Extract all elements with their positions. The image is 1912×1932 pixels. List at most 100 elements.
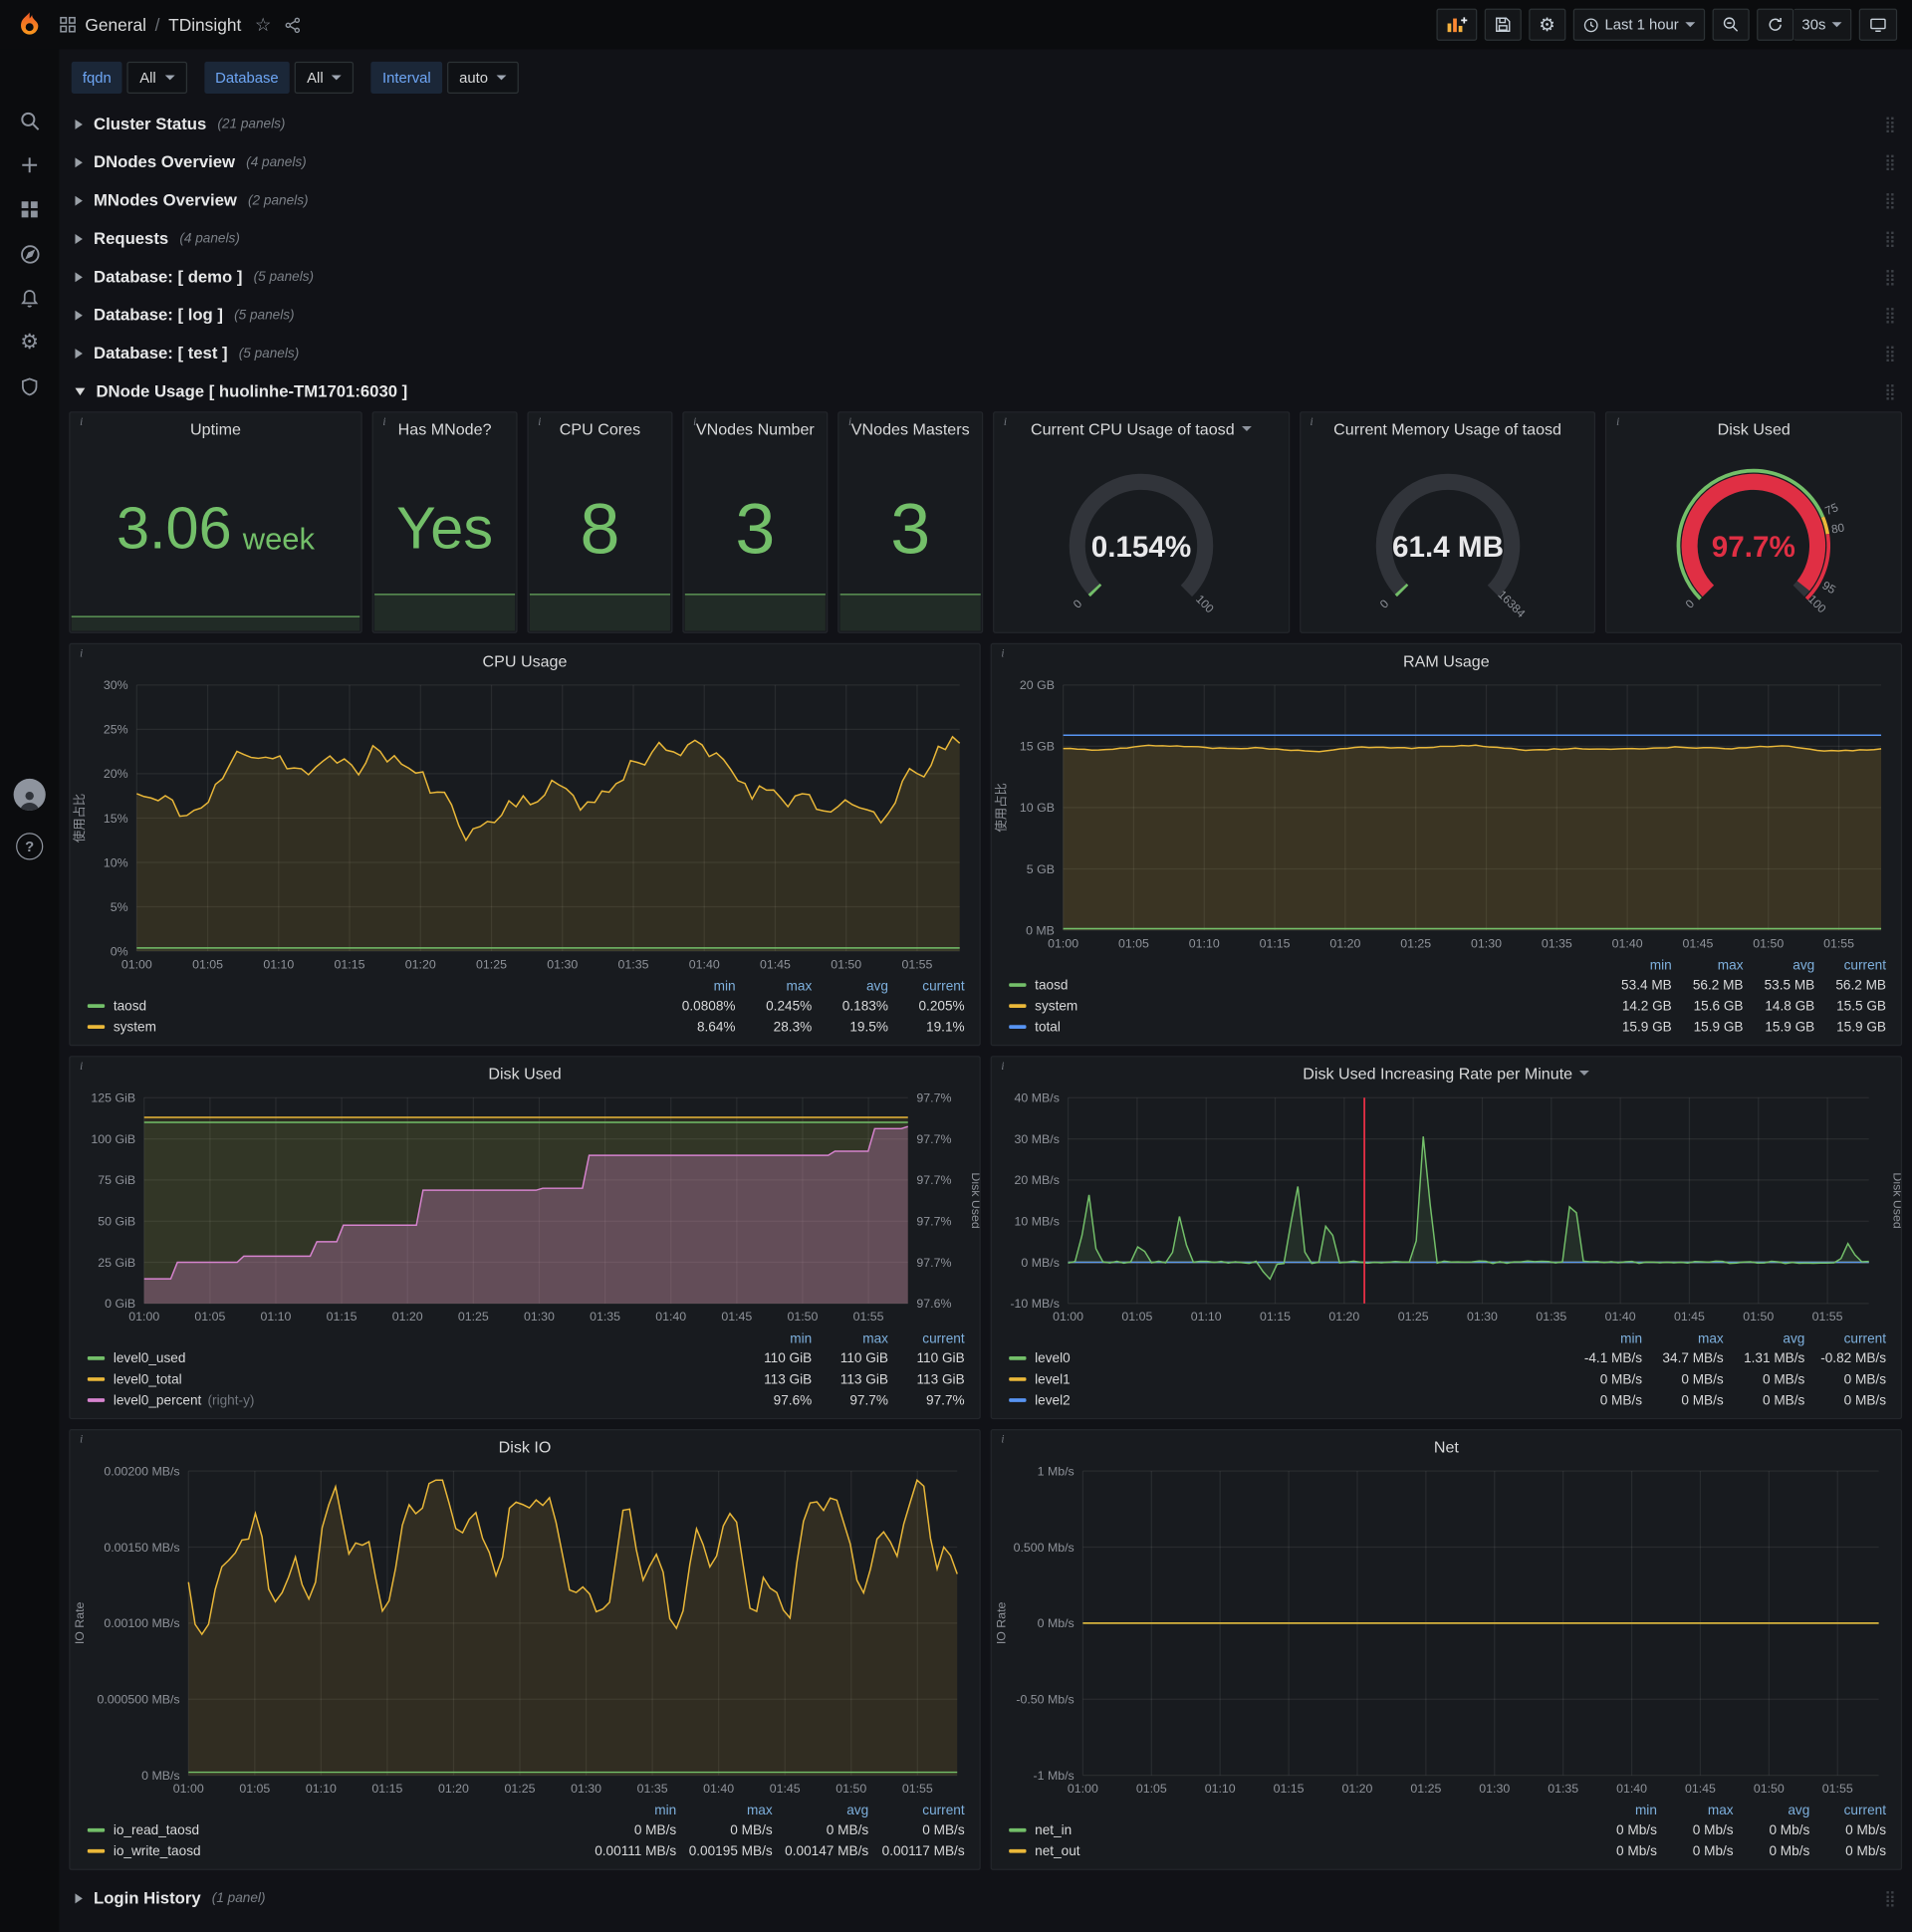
- legend-series-total[interactable]: total 15.9 GB 15.9 GB 15.9 GB 15.9 GB: [1009, 1017, 1886, 1038]
- panel-title[interactable]: Current Memory Usage of taosd: [1301, 412, 1594, 444]
- legend-column-header[interactable]: avg: [1743, 958, 1814, 973]
- dashboard-title[interactable]: TDinsight: [168, 15, 241, 35]
- legend-column-header[interactable]: min: [659, 979, 736, 994]
- legend-column-header[interactable]: min: [1580, 1803, 1657, 1817]
- row-drag-handle[interactable]: ⣿: [1884, 381, 1896, 401]
- panel-info-icon[interactable]: i: [74, 1059, 89, 1074]
- legend-column-header[interactable]: max: [736, 979, 813, 994]
- row-drag-handle[interactable]: ⣿: [1884, 344, 1896, 363]
- legend-column-header[interactable]: max: [1672, 958, 1744, 973]
- row-dnodes-overview[interactable]: DNodes Overview (4 panels) ⣿: [69, 144, 1902, 180]
- legend-column-header[interactable]: min: [581, 1803, 676, 1817]
- row-database-log[interactable]: Database: [ log ] (5 panels) ⣿: [69, 297, 1902, 333]
- panel-title[interactable]: VNodes Number: [684, 412, 828, 444]
- variable-value-dropdown[interactable]: auto: [446, 61, 519, 95]
- legend-column-header[interactable]: min: [1600, 958, 1672, 973]
- panel-title[interactable]: Disk Used: [71, 1057, 980, 1088]
- panel-info-icon[interactable]: i: [996, 645, 1011, 660]
- legend-column-header[interactable]: current: [1809, 1803, 1886, 1817]
- save-dashboard-button[interactable]: [1484, 8, 1522, 41]
- legend-series-level2[interactable]: level2 0 MB/s 0 MB/s 0 MB/s 0 MB/s: [1009, 1389, 1886, 1410]
- legend-series-level1[interactable]: level1 0 MB/s 0 MB/s 0 MB/s 0 MB/s: [1009, 1368, 1886, 1389]
- panel-info-icon[interactable]: i: [1305, 414, 1319, 429]
- panel-title[interactable]: Has MNode?: [373, 412, 517, 444]
- legend-column-header[interactable]: avg: [773, 1803, 868, 1817]
- panel-title[interactable]: Disk Used Increasing Rate per Minute: [992, 1057, 1901, 1088]
- row-login-history[interactable]: Login History (1 panel) ⣿: [69, 1880, 1902, 1916]
- dashboard-settings-button[interactable]: ⚙: [1529, 8, 1565, 41]
- panel-title[interactable]: Disk IO: [71, 1430, 980, 1462]
- dashboards-icon[interactable]: [0, 187, 59, 232]
- grafana-logo[interactable]: [0, 10, 59, 40]
- panel-title[interactable]: VNodes Masters: [838, 412, 982, 444]
- tv-mode-button[interactable]: [1858, 8, 1898, 41]
- legend-column-header[interactable]: current: [1804, 1331, 1886, 1346]
- panel-info-icon[interactable]: i: [996, 1059, 1011, 1074]
- legend-column-header[interactable]: current: [868, 1803, 964, 1817]
- variable-value-dropdown[interactable]: All: [126, 61, 187, 95]
- legend-column-header[interactable]: max: [1657, 1803, 1734, 1817]
- refresh-interval-button[interactable]: 30s: [1792, 8, 1852, 41]
- legend-series-level0[interactable]: level0 -4.1 MB/s 34.7 MB/s 1.31 MB/s -0.82 M…: [1009, 1347, 1886, 1368]
- legend-column-header[interactable]: avg: [1734, 1803, 1809, 1817]
- panel-title[interactable]: Disk Used: [1607, 412, 1901, 444]
- legend-column-header[interactable]: current: [1814, 958, 1886, 973]
- panel-info-icon[interactable]: i: [532, 414, 547, 429]
- panel-info-icon[interactable]: i: [996, 1432, 1011, 1447]
- panel-title[interactable]: CPU Usage: [71, 644, 980, 676]
- panel-title[interactable]: CPU Cores: [529, 412, 672, 444]
- row-cluster-status[interactable]: Cluster Status (21 panels) ⣿: [69, 106, 1902, 141]
- legend-column-header[interactable]: avg: [1724, 1331, 1804, 1346]
- variable-value-dropdown[interactable]: All: [294, 61, 355, 95]
- row-drag-handle[interactable]: ⣿: [1884, 190, 1896, 210]
- legend-column-header[interactable]: current: [888, 1331, 964, 1346]
- row-drag-handle[interactable]: ⣿: [1884, 152, 1896, 172]
- panel-title[interactable]: Net: [992, 1430, 1901, 1462]
- create-plus-icon[interactable]: [0, 143, 59, 188]
- panel-info-icon[interactable]: i: [1610, 414, 1625, 429]
- panel-title[interactable]: Uptime: [71, 412, 361, 444]
- legend-column-header[interactable]: min: [736, 1331, 812, 1346]
- row-database-test[interactable]: Database: [ test ] (5 panels) ⣿: [69, 335, 1902, 370]
- row-drag-handle[interactable]: ⣿: [1884, 1888, 1896, 1908]
- panel-info-icon[interactable]: i: [74, 645, 89, 660]
- panel-info-icon[interactable]: i: [74, 1432, 89, 1447]
- legend-series-net_out[interactable]: net_out 0 Mb/s 0 Mb/s 0 Mb/s 0 Mb/s: [1009, 1840, 1886, 1861]
- row-drag-handle[interactable]: ⣿: [1884, 228, 1896, 248]
- legend-series-io_read_taosd[interactable]: io_read_taosd 0 MB/s 0 MB/s 0 MB/s 0 MB/s: [87, 1819, 965, 1840]
- add-panel-button[interactable]: [1436, 8, 1478, 41]
- row-drag-handle[interactable]: ⣿: [1884, 267, 1896, 287]
- time-picker-button[interactable]: Last 1 hour: [1572, 8, 1705, 41]
- row-mnodes-overview[interactable]: MNodes Overview (2 panels) ⣿: [69, 182, 1902, 218]
- legend-column-header[interactable]: max: [676, 1803, 773, 1817]
- share-icon[interactable]: [285, 17, 301, 33]
- panel-info-icon[interactable]: i: [687, 414, 702, 429]
- panel-info-icon[interactable]: i: [377, 414, 392, 429]
- refresh-button[interactable]: [1756, 8, 1793, 41]
- star-icon[interactable]: ☆: [255, 14, 272, 36]
- legend-column-header[interactable]: max: [1642, 1331, 1724, 1346]
- legend-series-net_in[interactable]: net_in 0 Mb/s 0 Mb/s 0 Mb/s 0 Mb/s: [1009, 1819, 1886, 1840]
- legend-column-header[interactable]: min: [1560, 1331, 1642, 1346]
- panel-info-icon[interactable]: i: [998, 414, 1013, 429]
- panel-title[interactable]: RAM Usage: [992, 644, 1901, 676]
- configuration-gear-icon[interactable]: ⚙: [0, 321, 59, 365]
- row-drag-handle[interactable]: ⣿: [1884, 305, 1896, 325]
- row-database-demo[interactable]: Database: [ demo ] (5 panels) ⣿: [69, 259, 1902, 295]
- legend-series-system[interactable]: system 8.64% 28.3% 19.5% 19.1%: [87, 1017, 965, 1038]
- zoom-out-button[interactable]: [1712, 8, 1750, 41]
- user-avatar[interactable]: [13, 778, 46, 812]
- legend-column-header[interactable]: current: [888, 979, 964, 994]
- search-icon[interactable]: [0, 99, 59, 143]
- legend-series-level0_used[interactable]: level0_used 110 GiB 110 GiB 110 GiB: [87, 1347, 965, 1368]
- server-admin-shield-icon[interactable]: [0, 364, 59, 409]
- help-icon[interactable]: ?: [16, 833, 44, 860]
- explore-compass-icon[interactable]: [0, 232, 59, 277]
- legend-series-taosd[interactable]: taosd 0.0808% 0.245% 0.183% 0.205%: [87, 996, 965, 1017]
- panel-info-icon[interactable]: i: [74, 414, 89, 429]
- row-drag-handle[interactable]: ⣿: [1884, 114, 1896, 133]
- legend-series-level0_percent[interactable]: level0_percent (right-y) 97.6% 97.7% 97.7%: [87, 1389, 965, 1410]
- alerting-bell-icon[interactable]: [0, 276, 59, 321]
- legend-series-taosd[interactable]: taosd 53.4 MB 56.2 MB 53.5 MB 56.2 MB: [1009, 975, 1886, 996]
- legend-series-io_write_taosd[interactable]: io_write_taosd 0.00111 MB/s 0.00195 MB/s 0.…: [87, 1840, 965, 1861]
